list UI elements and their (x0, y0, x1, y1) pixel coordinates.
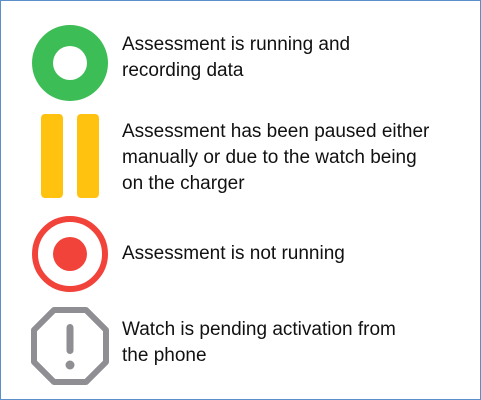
status-legend-panel: Assessment is running and recording data… (0, 0, 481, 400)
legend-row-pending: Watch is pending activation from the pho… (1, 306, 480, 386)
pause-icon (41, 114, 99, 198)
legend-row-running: Assessment is running and recording data (1, 23, 480, 101)
legend-label-running: Assessment is running and recording data (122, 34, 351, 81)
legend-label-paused: Assessment has been paused either manual… (122, 121, 430, 194)
exclamation-octagon-icon (31, 307, 109, 385)
legend-label-pending: Watch is pending activation from the pho… (122, 319, 396, 366)
legend-label-not-running: Assessment is not running (122, 243, 345, 264)
record-stopped-icon (32, 216, 108, 292)
legend-row-not-running: Assessment is not running (1, 214, 480, 292)
legend-row-paused: Assessment has been paused either manual… (1, 114, 480, 198)
running-circle-icon (32, 25, 108, 101)
